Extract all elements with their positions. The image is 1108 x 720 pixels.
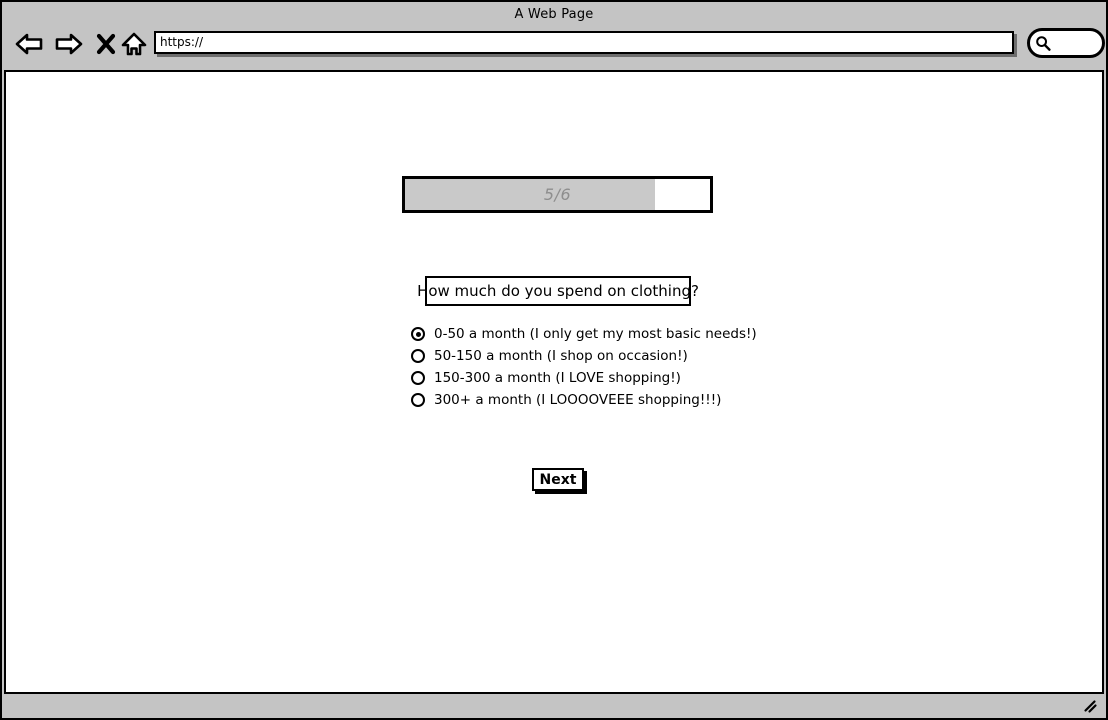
next-button-label: Next bbox=[539, 471, 577, 488]
answer-option[interactable]: 150-300 a month (I LOVE shopping!) bbox=[411, 367, 831, 389]
answer-option-label: 150-300 a month (I LOVE shopping!) bbox=[434, 370, 681, 386]
answer-option-label: 50-150 a month (I shop on occasion!) bbox=[434, 348, 688, 364]
answer-option[interactable]: 0-50 a month (I only get my most basic n… bbox=[411, 323, 831, 345]
close-x-icon[interactable] bbox=[91, 29, 121, 59]
forward-arrow-icon[interactable] bbox=[53, 29, 83, 59]
answer-option[interactable]: 300+ a month (I LOOOOVEEE shopping!!!) bbox=[411, 389, 831, 411]
progress-bar-label: 5/6 bbox=[543, 185, 572, 204]
answer-option[interactable]: 50-150 a month (I shop on occasion!) bbox=[411, 345, 831, 367]
radio-button[interactable] bbox=[411, 349, 425, 363]
question-box: How much do you spend on clothing? bbox=[417, 276, 699, 306]
browser-toolbar: https:// bbox=[2, 27, 1106, 63]
answer-option-label: 300+ a month (I LOOOOVEEE shopping!!!) bbox=[434, 392, 722, 408]
home-icon[interactable] bbox=[119, 29, 149, 59]
answer-options-list: 0-50 a month (I only get my most basic n… bbox=[411, 323, 831, 411]
url-input[interactable]: https:// bbox=[160, 35, 203, 50]
status-bar bbox=[4, 692, 1104, 718]
progress-bar: 5/6 bbox=[402, 176, 713, 213]
back-arrow-icon[interactable] bbox=[15, 29, 45, 59]
url-bar[interactable]: https:// bbox=[154, 31, 1014, 54]
window-title: A Web Page bbox=[514, 7, 594, 22]
answer-option-label: 0-50 a month (I only get my most basic n… bbox=[434, 326, 757, 342]
question-text: How much do you spend on clothing? bbox=[417, 282, 699, 300]
browser-chrome: A Web Page https:// bbox=[2, 2, 1106, 70]
radio-button-selected[interactable] bbox=[411, 327, 425, 341]
next-button[interactable]: Next bbox=[532, 468, 584, 491]
search-input[interactable] bbox=[1027, 28, 1105, 58]
resize-grip-icon[interactable] bbox=[1080, 697, 1098, 715]
page-content: 5/6 How much do you spend on clothing? 0… bbox=[4, 70, 1104, 692]
browser-window: A Web Page https:// 5/6 How much do you … bbox=[0, 0, 1108, 720]
radio-button[interactable] bbox=[411, 371, 425, 385]
search-icon bbox=[1035, 35, 1051, 51]
radio-button[interactable] bbox=[411, 393, 425, 407]
